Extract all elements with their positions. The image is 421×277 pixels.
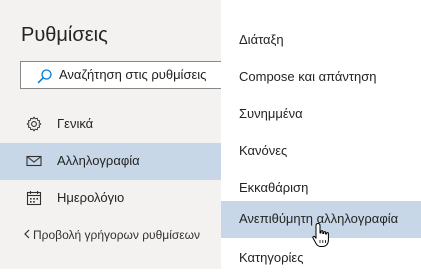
menu-item-label: Κατηγορίες — [239, 250, 304, 265]
menu-item-label: Εκκαθάριση — [239, 180, 309, 195]
menu-item-layout[interactable]: Διάταξη — [221, 22, 421, 59]
gear-icon — [26, 116, 42, 132]
quick-settings-link[interactable]: Προβολή γρήγορων ρυθμίσεων — [23, 228, 200, 242]
menu-item-attachments[interactable]: Συνημμένα — [221, 96, 421, 133]
search-icon — [37, 68, 53, 84]
nav-item-general[interactable]: Γενικά — [0, 106, 221, 143]
nav-item-label: Αλληλογραφία — [57, 153, 140, 168]
nav-item-label: Γενικά — [57, 116, 94, 131]
menu-item-label: Κανόνες — [239, 143, 288, 158]
quick-settings-label: Προβολή γρήγορων ρυθμίσεων — [33, 228, 200, 242]
nav-item-mail[interactable]: Αλληλογραφία — [0, 143, 221, 180]
hand-pointer-cursor-icon — [311, 222, 333, 248]
menu-item-label: Συνημμένα — [239, 106, 303, 121]
settings-search-input[interactable]: Αναζήτηση στις ρυθμίσεις — [59, 67, 206, 82]
settings-nav-pane: Ρυθμίσεις Αναζήτηση στις ρυθμίσεις Γενικ… — [0, 0, 228, 269]
nav-item-label: Ημερολόγιο — [57, 190, 125, 205]
calendar-icon — [26, 190, 42, 206]
menu-item-compose-reply[interactable]: Compose και απάντηση — [221, 59, 421, 96]
settings-title: Ρυθμίσεις — [21, 24, 108, 46]
menu-item-label: Διάταξη — [239, 32, 284, 47]
nav-item-calendar[interactable]: Ημερολόγιο — [0, 180, 221, 217]
menu-item-rules[interactable]: Κανόνες — [221, 133, 421, 170]
menu-item-label: Compose και απάντηση — [239, 69, 377, 84]
mail-icon — [26, 153, 42, 169]
chevron-left-icon — [23, 228, 33, 242]
settings-search-box[interactable]: Αναζήτηση στις ρυθμίσεις — [20, 61, 228, 89]
